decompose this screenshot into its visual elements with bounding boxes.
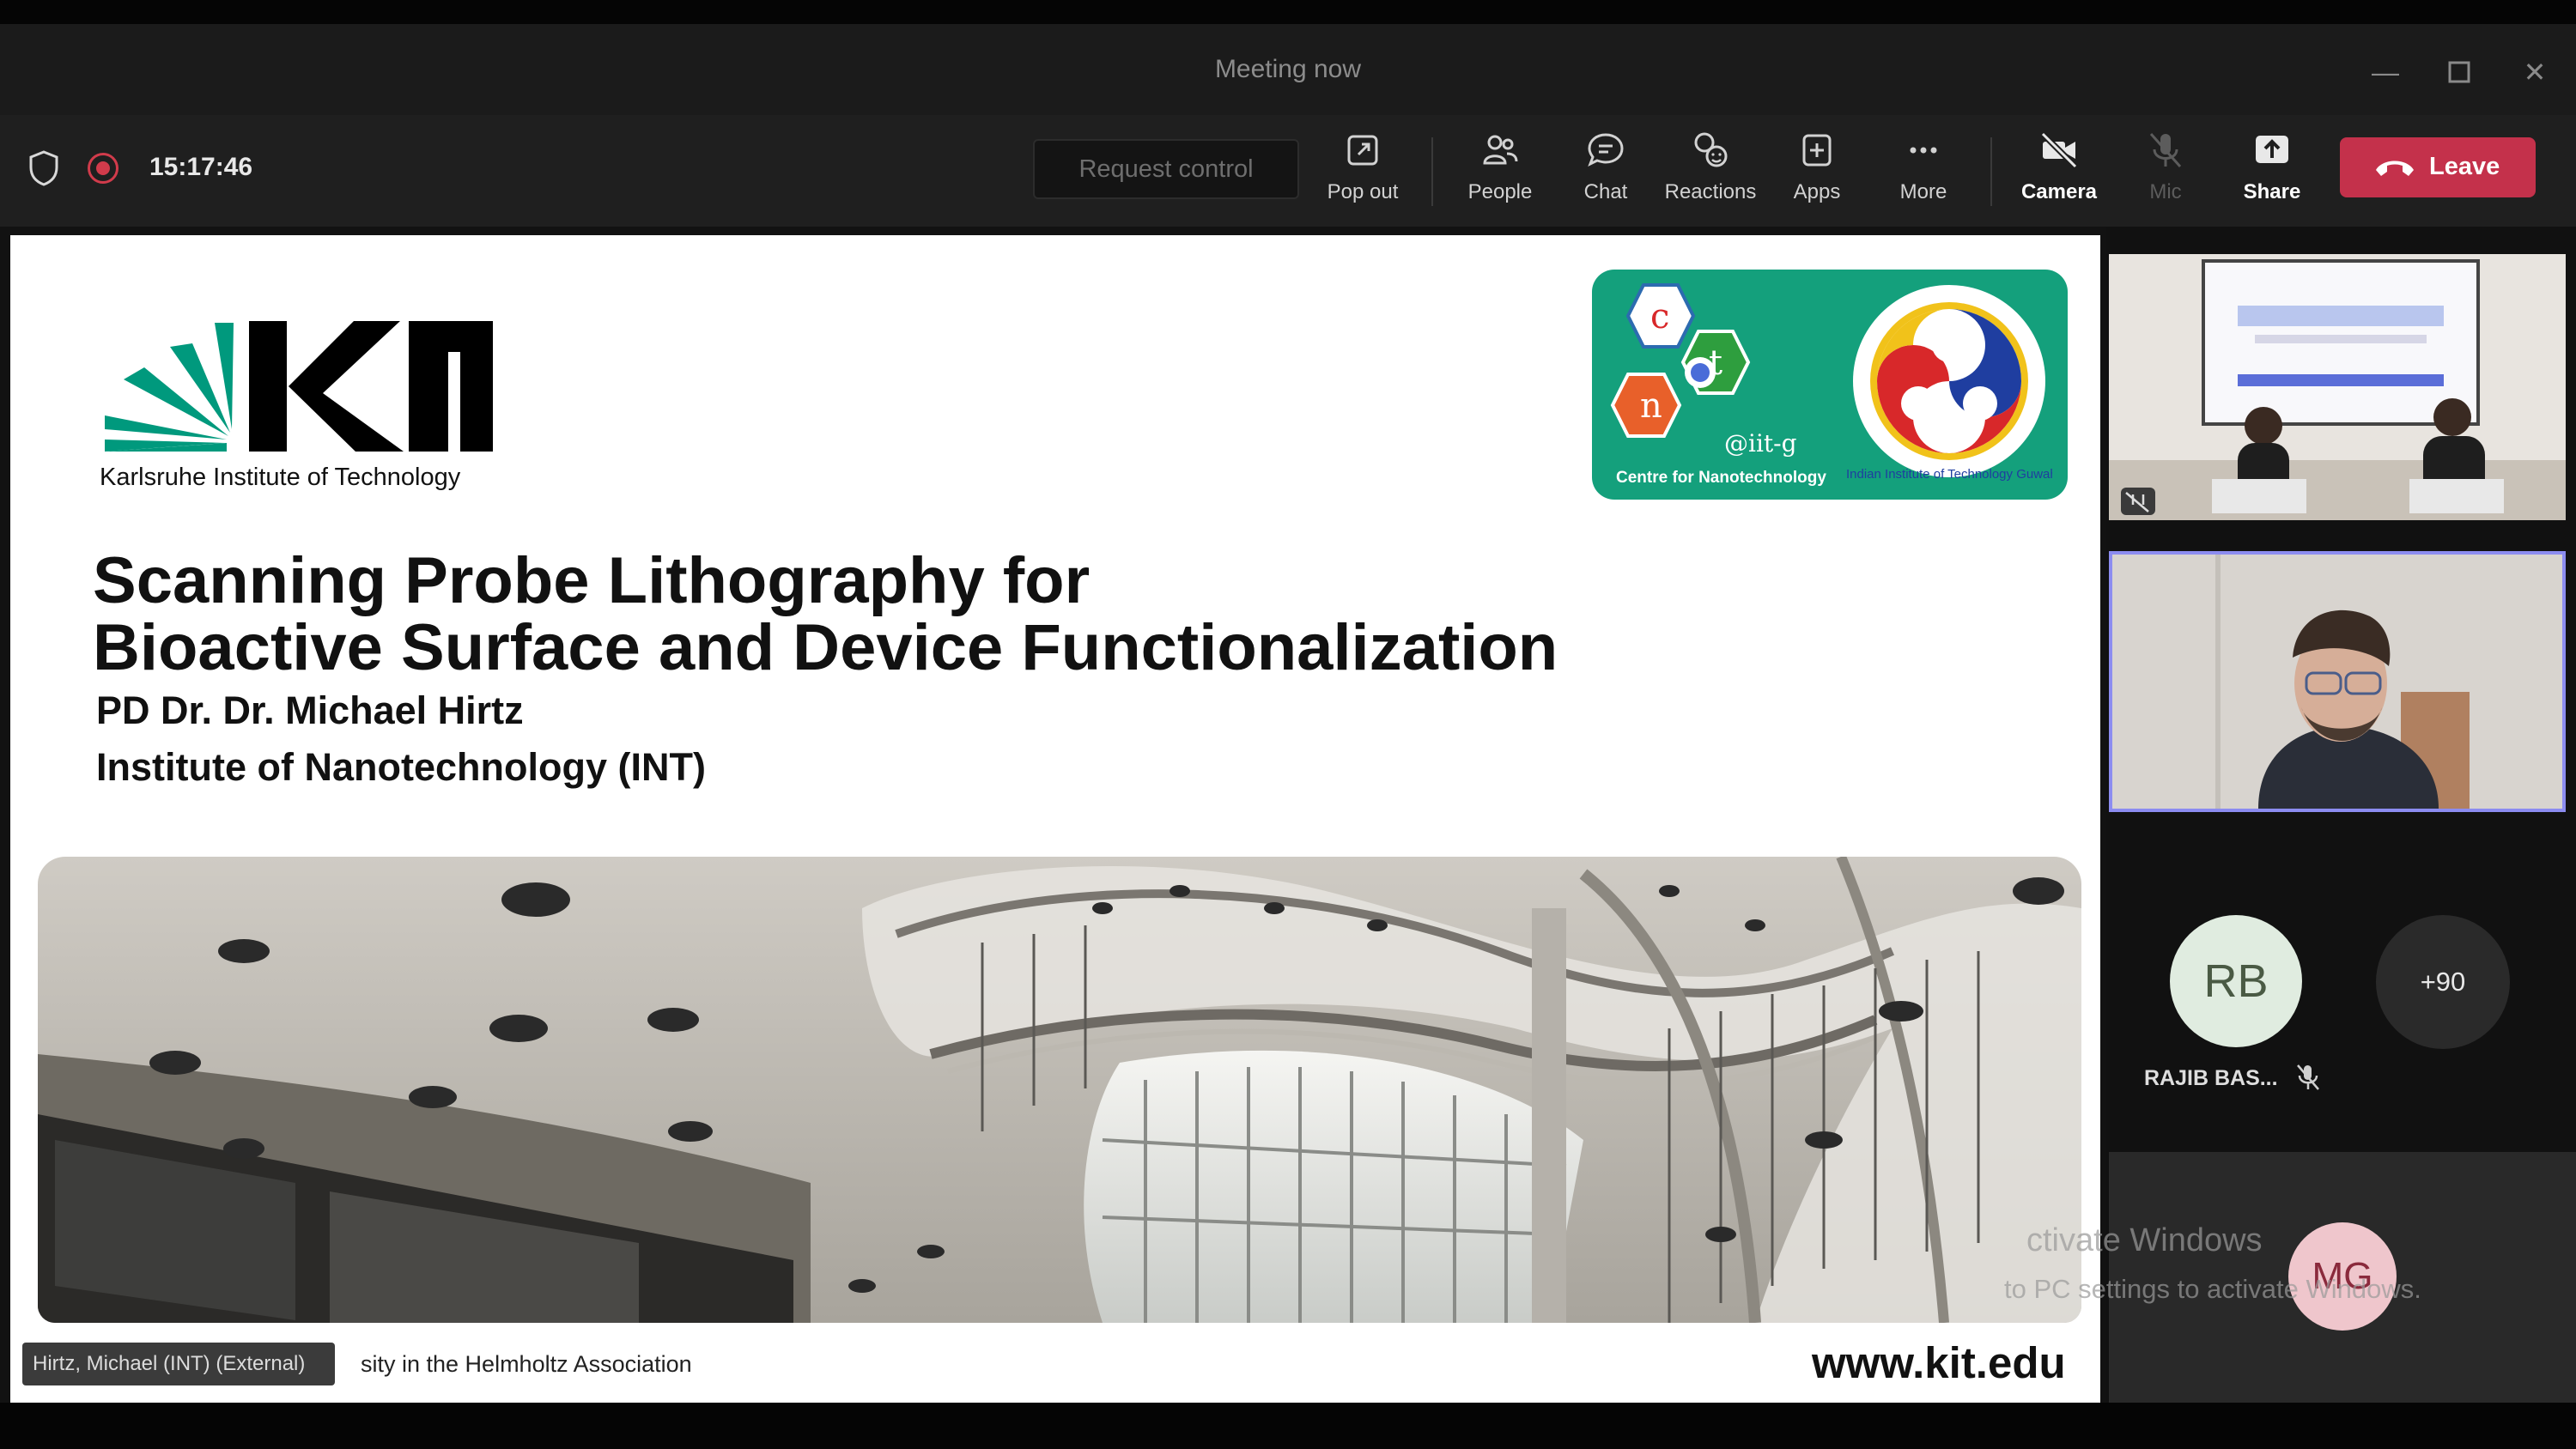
pop-out-icon <box>1347 135 1378 166</box>
chat-button[interactable]: Chat <box>1554 130 1657 216</box>
hang-up-icon <box>2376 161 2414 176</box>
cnt-letter-t: t <box>1709 343 1723 383</box>
cnt-iitg-label: @iit-g <box>1724 429 1797 458</box>
teams-meeting-window: Meeting now — ✕ 15:17:46 Request control… <box>0 0 2576 1449</box>
meeting-toolbar: 15:17:46 Request control Pop out People … <box>0 115 2576 227</box>
share-button[interactable]: Share <box>2221 130 2324 216</box>
speaker-video-tile[interactable] <box>2109 551 2566 812</box>
minimize-icon[interactable]: — <box>2366 53 2404 91</box>
maximize-icon[interactable] <box>2440 53 2478 91</box>
slide-url: www.kit.edu <box>1812 1338 2066 1387</box>
pop-out-button[interactable]: Pop out <box>1311 130 1414 216</box>
chat-label: Chat <box>1583 180 1628 203</box>
atrium-photo <box>38 857 2081 1323</box>
participant-video-tile[interactable] <box>2109 254 2566 520</box>
activate-windows-watermark-sub: to PC settings to activate Windows. <box>2004 1274 2421 1304</box>
people-icon <box>1483 135 1518 165</box>
mic-off-icon <box>2149 132 2182 168</box>
speaker-video-image <box>2112 555 2562 809</box>
leave-label: Leave <box>2429 153 2500 180</box>
shared-screen-stage: Karlsruhe Institute of Technology c n t … <box>0 227 2106 1403</box>
cnt-letter-c: c <box>1650 297 1670 336</box>
atrium-photo-image <box>38 857 2081 1323</box>
mic-label: Mic <box>2149 180 2182 203</box>
recording-indicator-icon <box>88 153 118 184</box>
apps-label: Apps <box>1793 180 1841 203</box>
presentation-slide: Karlsruhe Institute of Technology c n t … <box>10 235 2100 1403</box>
close-icon[interactable]: ✕ <box>2516 53 2554 91</box>
iitg-arc-text: Indian Institute of Technology Guwahati <box>1846 467 2052 482</box>
presenter-name-tag: Hirtz, Michael (INT) (External) <box>22 1343 335 1385</box>
slide-title: Scanning Probe Lithography for Bioactive… <box>93 548 1558 682</box>
more-participants-button[interactable]: +90 <box>2376 915 2510 1049</box>
camera-off-icon <box>2040 131 2078 169</box>
window-title: Meeting now <box>1214 55 1362 83</box>
camera-button[interactable]: Camera <box>2008 130 2111 216</box>
more-label: More <box>1899 180 1947 203</box>
cnt-caption: Centre for Nanotechnology <box>1616 469 1826 487</box>
slide-title-line-2: Bioactive Surface and Device Functionali… <box>93 611 1558 684</box>
reactions-icon <box>1694 132 1728 167</box>
reactions-button[interactable]: Reactions <box>1659 130 1762 216</box>
meeting-timer: 15:17:46 <box>149 153 253 181</box>
activate-windows-watermark: ctivate Windows <box>2026 1222 2263 1258</box>
slide-footer-text: sity in the Helmholtz Association <box>361 1351 692 1377</box>
share-icon <box>2256 136 2288 163</box>
more-button[interactable]: More <box>1872 130 1975 216</box>
cnt-iitg-logo: c n t @iit-g Centre for Nanotechnology I… <box>1592 270 2068 500</box>
chat-icon <box>1588 133 1624 167</box>
leave-button[interactable]: Leave <box>2340 137 2536 197</box>
room-video-image <box>2109 254 2566 520</box>
people-button[interactable]: People <box>1449 130 1552 216</box>
participant-avatar-rb[interactable]: RB <box>2170 915 2302 1047</box>
pop-out-label: Pop out <box>1327 180 1399 203</box>
mic-button[interactable]: Mic <box>2114 130 2217 216</box>
apps-icon <box>1802 134 1832 167</box>
participant-name-rb: RAJIB BAS... <box>2144 1066 2278 1090</box>
share-label: Share <box>2243 180 2301 203</box>
apps-button[interactable]: Apps <box>1765 130 1868 216</box>
cnt-letter-n: n <box>1640 386 1662 426</box>
request-control-button[interactable]: Request control <box>1033 139 1299 199</box>
mic-muted-icon <box>2297 1064 2319 1090</box>
kit-name: Karlsruhe Institute of Technology <box>100 464 461 491</box>
slide-institute: Institute of Nanotechnology (INT) <box>96 745 706 789</box>
toolbar-divider <box>1431 137 1433 206</box>
more-icon <box>1910 147 1937 154</box>
title-bar: Meeting now — ✕ <box>0 24 2576 115</box>
bottom-black-band <box>0 1403 2576 1449</box>
reactions-label: Reactions <box>1664 180 1757 203</box>
camera-label: Camera <box>2020 180 2098 203</box>
people-label: People <box>1467 180 1533 203</box>
slide-title-line-1: Scanning Probe Lithography for <box>93 544 1091 617</box>
toolbar-divider <box>1990 137 1992 206</box>
shield-icon[interactable] <box>27 149 60 187</box>
slide-author: PD Dr. Dr. Michael Hirtz <box>96 688 524 732</box>
top-black-band <box>0 0 2576 24</box>
